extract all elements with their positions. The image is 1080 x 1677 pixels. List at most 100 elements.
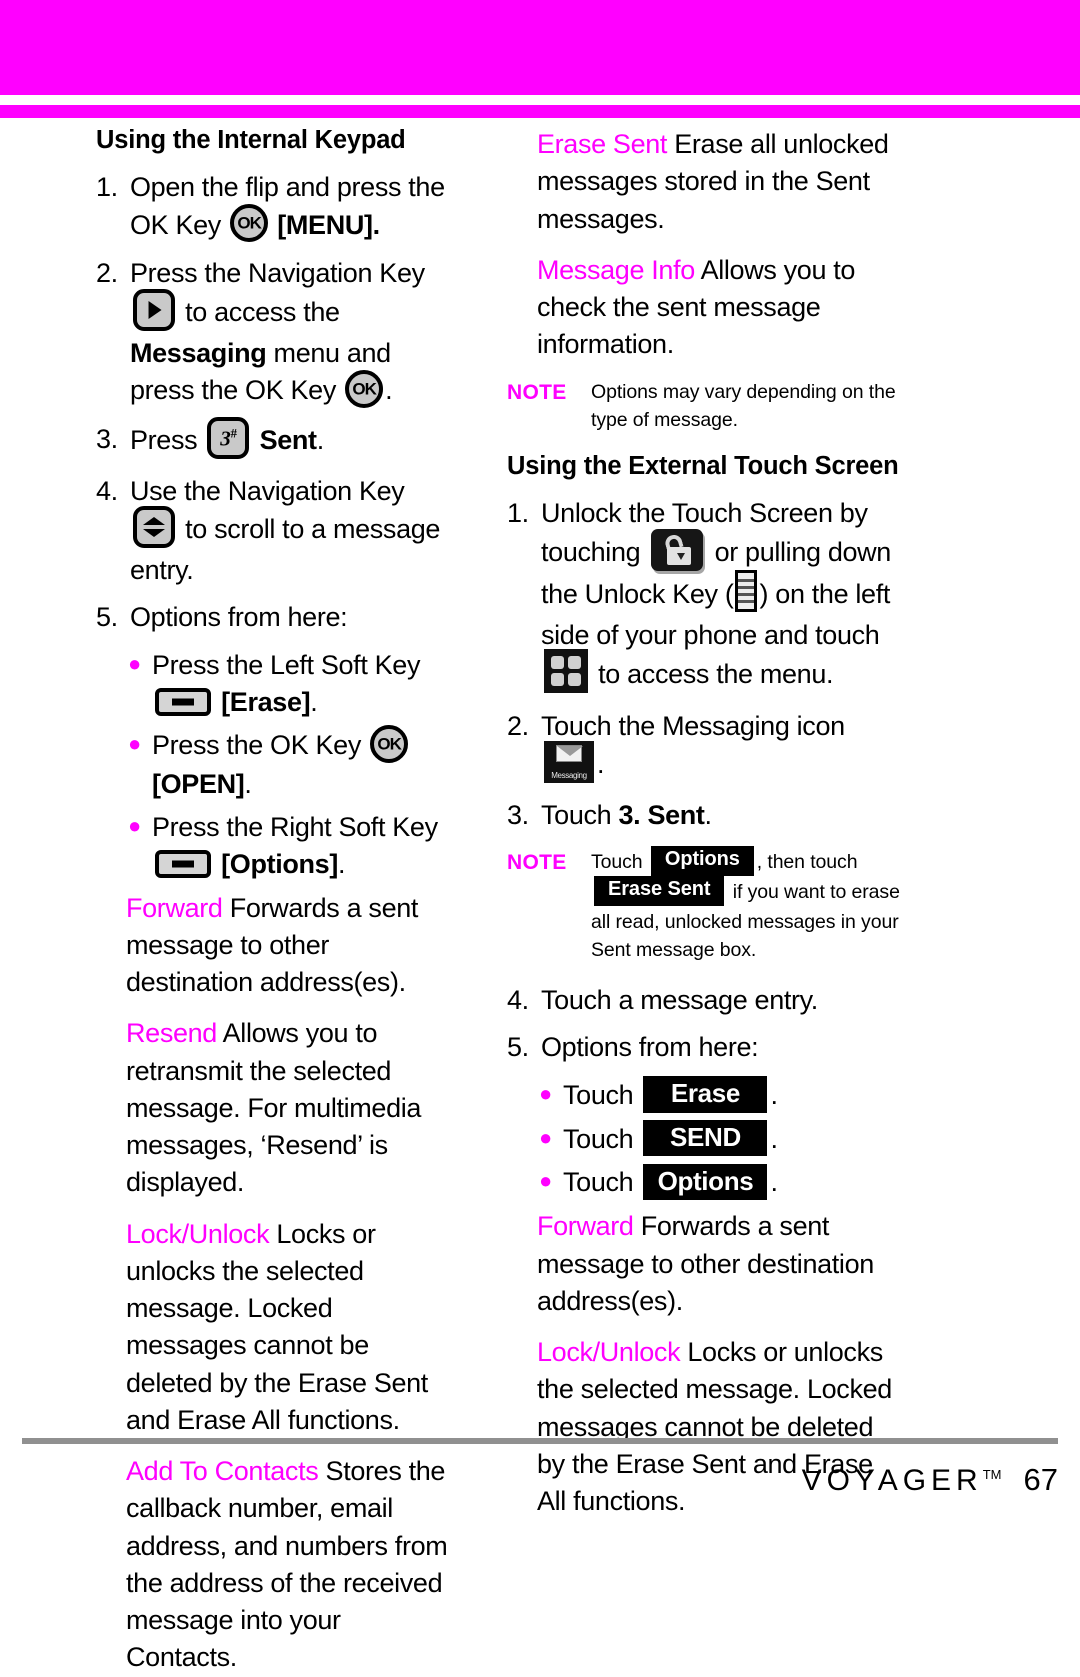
step-body: Open the flip and press the OK Key OK [M… [130,169,453,245]
bullet-body: Press the Right Soft Key [Options]. [152,809,453,884]
term-label: Lock/Unlock [126,1218,270,1249]
page-number: 67 [1023,1462,1058,1497]
step-text: Options from here: [541,1032,759,1063]
step-body: Touch the Messaging icon Messaging. [541,708,906,787]
bullet-text: Press the Right Soft Key [152,812,438,843]
bullet-dot-icon: ● [128,731,141,757]
footer: VOYAGERTM 67 [0,1462,1058,1498]
messaging-caption: Messaging [551,771,587,781]
page-header-rule [0,105,1080,118]
step-text: to access the menu. [598,658,834,689]
list-item: ● Press the Right Soft Key [Options]. [96,809,453,884]
term-entry-resend: Resend Allows you to retransmit the sele… [96,1015,453,1201]
right-column: Erase Sent Erase all unlocked messages s… [465,126,930,1516]
bullet-bold-text: [OPEN] [152,768,245,799]
step-body: Use the Navigation Key to scroll to a me… [130,473,453,590]
bar-stripe [738,592,755,596]
step-number: 5. [96,602,118,633]
send-chip[interactable]: SEND [643,1120,768,1157]
list-item: ● Touch SEND. [507,1120,906,1159]
step-bold-text: 3. Sent [618,800,705,831]
ok-key-label: OK [352,379,377,399]
note-text: Touch Options, then touch Erase Sent if … [591,846,906,964]
note-text: Options may vary depending on the type o… [591,380,896,431]
bullet-bold-text: [Options] [221,849,338,880]
bullet-body: Press the Left Soft Key [Erase]. [152,647,453,722]
footer-rule [22,1438,1058,1444]
list-item: ● Touch Options. [507,1164,906,1202]
step-text: to scroll to a message entry. [130,514,441,586]
term-entry-message-info: Message Info Allows you to check the sen… [507,252,906,364]
left-step-2: 2. Press the Navigation Key to access th… [96,255,453,410]
up-arrow-glyph [143,517,165,526]
list-item: ● Touch Erase. [507,1076,906,1115]
options-chip[interactable]: Options [643,1164,768,1201]
nav-right-key-icon [133,288,175,331]
bullet-body: Touch SEND. [563,1120,906,1159]
ok-key-icon: OK [370,724,409,763]
right-step-1: 1. Unlock the Touch Screen by touching o… [507,495,906,698]
step-body: Touch 3. Sent. [541,797,906,834]
grid-dot [568,672,581,686]
term-entry-lock-unlock: Lock/Unlock Locks or unlocks the selecte… [96,1216,453,1440]
right-step-4: 4. Touch a message entry. [507,982,906,1019]
step-text: Touch [541,800,612,831]
options-chip[interactable]: Options [650,846,754,876]
bullet-text: . [244,768,252,799]
step-number: 4. [96,475,118,506]
term-description: Locks or unlocks the selected message. L… [126,1218,428,1435]
step-text: . [597,749,605,780]
bullet-text: . [770,1079,778,1110]
step-number: 2. [96,258,118,289]
step-number: 1. [96,172,118,203]
left-step-4: 4. Use the Navigation Key to scroll to a… [96,473,453,590]
term-entry-forward: Forward Forwards a sent message to other… [507,1208,906,1320]
step-number: 5. [507,1032,529,1063]
list-item: ● Press the Left Soft Key [Erase]. [96,647,453,722]
trademark-symbol: TM [982,1467,1002,1482]
soft-key-dash [172,860,194,868]
ok-key-icon: OK [345,369,384,408]
bar-stripe [738,578,755,582]
step-number: 4. [507,985,529,1016]
bullet-text: Touch [563,1167,634,1198]
bullet-text: . [770,1123,778,1154]
step-body: Press the Navigation Key to access the M… [130,255,453,410]
right-arrow-glyph [148,300,162,319]
right-step-5: 5. Options from here: [507,1029,906,1066]
ok-key-label: OK [237,213,262,233]
step-text: Touch a message entry. [541,985,818,1016]
step-text: Press the Navigation Key [130,258,425,289]
bullet-dot-icon: ● [539,1124,552,1150]
left-column: Using the Internal Keypad 1. Open the fl… [0,126,465,1672]
erase-chip[interactable]: Erase [643,1076,768,1113]
term-label: Forward [537,1211,634,1242]
grid-dot [551,672,564,686]
bullet-body: Press the OK Key OK [OPEN]. [152,724,453,803]
ok-key-icon: OK [230,204,269,243]
bullet-body: Touch Options. [563,1164,906,1202]
left-step-5: 5. Options from here: [96,599,453,636]
right-step-2: 2. Touch the Messaging icon Messaging. [507,708,906,787]
bullet-text: Touch [563,1123,634,1154]
note-text-a: Touch [591,851,643,874]
bar-stripe [738,585,755,589]
bullet-text: . [770,1167,778,1198]
left-step-3: 3. Press 3# Sent. [96,416,453,463]
step-bold-text: Messaging [130,337,267,368]
term-label: Erase Sent [537,129,668,159]
bullet-text: Press the OK Key [152,730,361,761]
unlock-padlock-icon [651,528,704,571]
step-number: 2. [507,710,529,741]
down-arrow-glyph [143,529,165,538]
grid-menu-icon [544,648,588,693]
erase-sent-chip[interactable]: Erase Sent [594,876,725,906]
step-number: 1. [507,498,529,529]
bullet-text: . [337,849,346,880]
step-text: Touch the Messaging icon [541,710,845,741]
term-label: Message Info [537,254,695,285]
key-3-label: 3# [220,425,237,451]
term-label: Forward [126,892,223,923]
bullet-dot-icon: ● [539,1080,552,1106]
term-entry-erase-sent: Erase Sent Erase all unlocked messages s… [507,126,906,238]
